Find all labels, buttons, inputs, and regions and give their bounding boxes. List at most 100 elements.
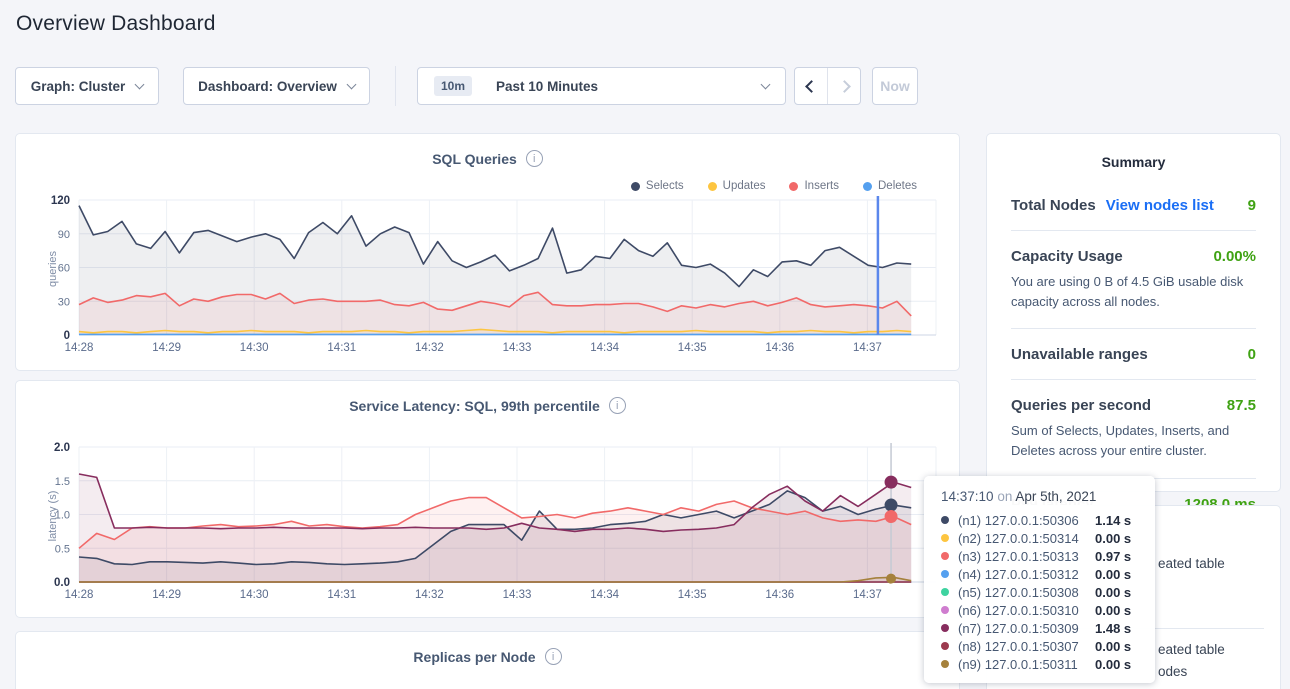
svg-text:14:30: 14:30 [240, 589, 269, 601]
sql-queries-card: SQL Queries i Selects Updates Inserts Delet… [15, 133, 960, 371]
replicas-title-row: Replicas per Node i [16, 648, 959, 665]
chevron-down-icon [761, 79, 771, 89]
svg-text:60: 60 [58, 263, 70, 275]
summary-row-unavailable: Unavailable ranges 0 [1011, 329, 1256, 380]
info-icon[interactable]: i [526, 150, 543, 167]
tooltip-node-row: (n2) 127.0.0.1:50314 0.00 s [941, 529, 1155, 547]
series-dot [941, 588, 949, 596]
summary-row-total-nodes: Total Nodes View nodes list 9 [1011, 180, 1256, 231]
node-latency-value: 0.00 s [1095, 567, 1131, 582]
series-dot [941, 660, 949, 668]
time-range-label: Past 10 Minutes [496, 79, 598, 94]
svg-text:14:32: 14:32 [415, 342, 444, 354]
svg-text:14:36: 14:36 [765, 589, 794, 601]
node-address: (n3) 127.0.0.1:50313 [958, 549, 1089, 564]
tooltip-node-row: (n7) 127.0.0.1:50309 1.48 s [941, 619, 1155, 637]
svg-text:14:28: 14:28 [65, 342, 94, 354]
service-latency-card: Service Latency: SQL, 99th percentile i … [15, 380, 960, 618]
tooltip-node-row: (n3) 127.0.0.1:503130.97 s [941, 547, 1155, 565]
node-latency-value: 0.00 s [1095, 585, 1131, 600]
sql-queries-chart[interactable]: 030609012014:2814:2914:3014:3114:3214:33… [16, 192, 959, 364]
svg-text:14:32: 14:32 [415, 589, 444, 601]
legend-dot [708, 182, 717, 191]
node-latency-value: 1.48 s [1095, 621, 1131, 636]
legend-label: Selects [646, 180, 684, 192]
svg-text:30: 30 [58, 296, 70, 308]
svg-text:14:33: 14:33 [503, 342, 532, 354]
svg-text:2.0: 2.0 [54, 442, 70, 454]
svg-text:14:28: 14:28 [65, 589, 94, 601]
node-address: (n8) 127.0.0.1:50307 [958, 639, 1089, 654]
total-nodes-value: 9 [1248, 197, 1256, 214]
series-dot [941, 606, 949, 614]
time-prev-button[interactable] [795, 68, 828, 104]
node-address: (n9) 127.0.0.1:50311 [958, 657, 1089, 672]
tooltip-node-row: (n8) 127.0.0.1:503070.00 s [941, 637, 1155, 655]
view-nodes-list-link[interactable]: View nodes list [1106, 197, 1214, 214]
node-latency-value: 1.14 s [1095, 513, 1131, 528]
svg-text:14:35: 14:35 [678, 589, 707, 601]
svg-text:14:29: 14:29 [152, 342, 181, 354]
service-latency-title-row: Service Latency: SQL, 99th percentile i [16, 397, 959, 414]
time-range-badge: 10m [434, 76, 472, 96]
sql-queries-legend: Selects Updates Inserts Deletes [631, 180, 917, 192]
dashboard-dropdown-label: Dashboard: Overview [198, 79, 337, 94]
event-row-fragment[interactable]: odes [1158, 664, 1187, 679]
svg-text:14:36: 14:36 [765, 342, 794, 354]
info-icon[interactable]: i [609, 397, 626, 414]
time-range-dropdown[interactable]: 10m Past 10 Minutes [417, 67, 786, 105]
toolbar-divider [395, 66, 396, 106]
event-row-fragment[interactable]: eated table [1158, 642, 1225, 657]
sql-queries-title: SQL Queries [432, 151, 517, 167]
legend-item-inserts[interactable]: Inserts [789, 180, 839, 192]
time-next-button[interactable] [828, 68, 860, 104]
series-dot [941, 534, 949, 542]
qps-subtext: Sum of Selects, Updates, Inserts, and De… [1011, 414, 1256, 461]
svg-text:0: 0 [64, 330, 70, 342]
svg-text:14:31: 14:31 [327, 589, 356, 601]
capacity-subtext: You are using 0 B of 4.5 GiB usable disk… [1011, 265, 1256, 312]
overview-dashboard-page: { "page": { "title": "Overview Dashboard… [0, 0, 1290, 689]
legend-dot [789, 182, 798, 191]
svg-text:0.0: 0.0 [54, 577, 70, 589]
dashboard-dropdown[interactable]: Dashboard: Overview [183, 67, 370, 105]
svg-text:120: 120 [51, 195, 70, 207]
node-address: (n1) 127.0.0.1:50306 [958, 513, 1089, 528]
svg-text:14:29: 14:29 [152, 589, 181, 601]
node-address: (n7) 127.0.0.1:50309 [958, 621, 1089, 636]
node-latency-value: 0.00 s [1095, 657, 1131, 672]
legend-dot [863, 182, 872, 191]
svg-text:14:30: 14:30 [240, 342, 269, 354]
now-button[interactable]: Now [872, 67, 918, 105]
svg-text:14:34: 14:34 [590, 589, 619, 601]
replicas-title: Replicas per Node [413, 649, 535, 665]
legend-dot [631, 182, 640, 191]
node-latency-value: 0.00 s [1095, 531, 1131, 546]
chart-hover-tooltip: 14:37:10 on Apr 5th, 2021 (n1) 127.0.0.1… [924, 476, 1155, 683]
node-address: (n2) 127.0.0.1:50314 [958, 531, 1089, 546]
svg-text:14:37: 14:37 [853, 589, 882, 601]
graph-dropdown-label: Graph: Cluster [31, 79, 126, 94]
legend-item-updates[interactable]: Updates [708, 180, 766, 192]
capacity-label: Capacity Usage [1011, 248, 1123, 265]
series-dot [941, 552, 949, 560]
svg-text:14:33: 14:33 [503, 589, 532, 601]
legend-item-deletes[interactable]: Deletes [863, 180, 917, 192]
svg-text:1.5: 1.5 [55, 476, 70, 488]
series-dot [941, 642, 949, 650]
svg-text:1.0: 1.0 [55, 510, 70, 522]
service-latency-title: Service Latency: SQL, 99th percentile [349, 398, 600, 414]
event-row-fragment[interactable]: eated table [1158, 556, 1225, 571]
qps-value: 87.5 [1227, 397, 1256, 414]
info-icon[interactable]: i [545, 648, 562, 665]
graph-dropdown[interactable]: Graph: Cluster [15, 67, 159, 105]
summary-row-qps: Queries per second 87.5 Sum of Selects, … [1011, 380, 1256, 478]
tooltip-node-row: (n6) 127.0.0.1:503100.00 s [941, 601, 1155, 619]
series-dot [941, 516, 949, 524]
sql-queries-title-row: SQL Queries i [16, 150, 959, 167]
svg-text:14:37: 14:37 [853, 342, 882, 354]
tooltip-node-row: (n9) 127.0.0.1:50311 0.00 s [941, 655, 1155, 673]
tooltip-node-row: (n5) 127.0.0.1:503080.00 s [941, 583, 1155, 601]
service-latency-chart[interactable]: 0.00.51.01.52.014:2814:2914:3014:3114:32… [16, 439, 959, 611]
legend-item-selects[interactable]: Selects [631, 180, 684, 192]
